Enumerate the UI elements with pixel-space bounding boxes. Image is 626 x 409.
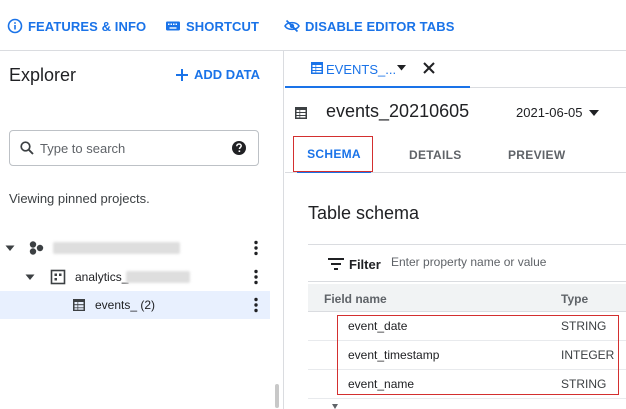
tree-row-project[interactable] <box>0 234 270 262</box>
pinned-projects-text: Viewing pinned projects. <box>9 191 150 206</box>
disable-editor-tabs-label: DISABLE EDITOR TABS <box>305 18 455 34</box>
table-icon <box>310 61 324 75</box>
explorer-panel: Explorer ADD DATA Viewing pinned project… <box>0 51 284 409</box>
tab-details[interactable]: DETAILS <box>409 137 462 173</box>
search-box <box>9 130 259 166</box>
redacted-project-name <box>53 242 180 254</box>
editor-tab-strip: EVENTS_... <box>285 51 626 88</box>
editor-panel: EVENTS_... events_20210605 2021-06-05 SC… <box>285 51 626 409</box>
schema-table-header: Field name Type <box>308 284 626 312</box>
plus-icon <box>175 68 189 82</box>
dropdown-icon <box>588 109 599 116</box>
tree-row-dataset[interactable]: analytics_ <box>0 263 270 291</box>
filter-label: Filter <box>349 257 381 272</box>
detail-subtabs: SCHEMA DETAILS PREVIEW <box>285 137 626 173</box>
field-type-cell: INTEGER <box>561 348 615 362</box>
keyboard-icon <box>165 18 181 34</box>
field-name-cell: event_name <box>348 377 415 391</box>
more-vert-icon[interactable] <box>251 297 261 313</box>
caret-down-icon[interactable] <box>4 242 16 254</box>
add-data-button[interactable]: ADD DATA <box>175 67 260 82</box>
table-row[interactable]: event_timestamp INTEGER <box>308 341 626 370</box>
dataset-icon <box>50 269 66 285</box>
editor-tab-events[interactable]: EVENTS_... <box>285 51 470 88</box>
tree-row-table[interactable]: events_ (2) <box>0 291 270 319</box>
filter-input[interactable] <box>391 255 621 269</box>
shortcut-label: SHORTCUT <box>186 18 260 34</box>
table-icon <box>294 106 308 120</box>
scrollbar-thumb[interactable] <box>275 384 279 408</box>
help-icon[interactable] <box>231 140 247 156</box>
explorer-title: Explorer <box>9 65 77 85</box>
search-input[interactable] <box>40 140 220 156</box>
caret-down-icon[interactable] <box>24 271 36 283</box>
dropdown-icon[interactable] <box>397 65 406 71</box>
filter-icon <box>328 258 344 270</box>
tab-schema[interactable]: SCHEMA <box>297 137 371 173</box>
close-icon[interactable] <box>422 61 436 75</box>
search-icon <box>19 140 35 156</box>
info-icon <box>7 18 23 34</box>
table-label: events_ (2) <box>95 298 156 312</box>
field-type-cell: STRING <box>561 377 607 391</box>
more-vert-icon[interactable] <box>251 269 261 285</box>
eye-off-icon <box>284 18 300 34</box>
schema-title: Table schema <box>308 203 420 223</box>
field-name-cell: event_date <box>348 319 408 333</box>
filter-bar: Filter <box>308 244 626 282</box>
table-icon <box>71 297 87 313</box>
date-value: 2021-06-05 <box>516 105 583 120</box>
table-row[interactable]: event_date STRING <box>308 312 626 341</box>
table-row[interactable]: event_name STRING <box>308 370 626 399</box>
add-data-label: ADD DATA <box>194 67 260 82</box>
disable-editor-tabs-button[interactable]: DISABLE EDITOR TABS <box>284 15 454 37</box>
table-title: events_20210605 <box>326 101 470 121</box>
features-info-button[interactable]: FEATURES & INFO <box>7 15 146 37</box>
field-name-cell: event_timestamp <box>348 348 440 362</box>
shortcut-button[interactable]: SHORTCUT <box>165 15 259 37</box>
date-selector[interactable]: 2021-06-05 <box>516 105 599 120</box>
editor-tab-label: EVENTS_... <box>326 62 397 77</box>
tab-preview[interactable]: PREVIEW <box>508 137 565 173</box>
top-toolbar: FEATURES & INFO SHORTCUT DISABLE EDITOR … <box>0 0 626 51</box>
dataset-label: analytics_ <box>75 270 129 284</box>
features-info-label: FEATURES & INFO <box>28 18 147 34</box>
column-header-type: Type <box>561 292 589 306</box>
more-vert-icon[interactable] <box>251 240 261 256</box>
caret-down-icon <box>332 404 338 409</box>
redacted-dataset-suffix <box>126 271 190 283</box>
field-type-cell: STRING <box>561 319 607 333</box>
column-header-field-name: Field name <box>324 292 387 306</box>
project-icon <box>28 240 44 256</box>
